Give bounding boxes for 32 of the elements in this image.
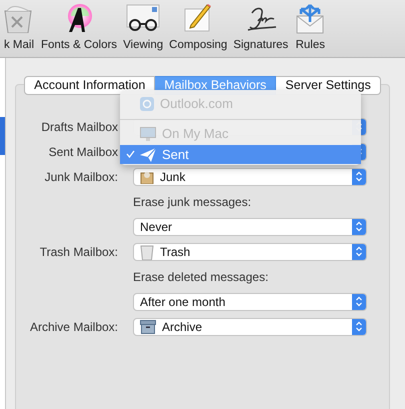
popup-button[interactable]: Archive — [133, 318, 367, 336]
toolbar-button[interactable]: Rules — [291, 0, 330, 57]
toolbar-button[interactable]: k Mail — [0, 0, 38, 57]
toolbar-button[interactable]: Viewing — [120, 0, 166, 57]
field-label: Archive Mailbox: — [28, 320, 118, 334]
stepper-icon — [356, 321, 362, 332]
stepper-icon — [356, 246, 362, 257]
pencil-paper-icon — [183, 3, 214, 33]
popup-button[interactable]: After one month — [133, 292, 367, 310]
field-caption: Erase junk messages: — [133, 194, 252, 208]
field-label: Junk Mailbox: — [44, 170, 118, 184]
glasses-envelope-icon — [126, 3, 160, 33]
toolbar-button[interactable]: Composing — [166, 0, 230, 57]
field-label: Trash Mailbox: — [38, 244, 118, 258]
tab[interactable]: Account Information — [24, 76, 156, 95]
junk-bin-icon — [140, 170, 154, 184]
popup-button[interactable]: Junk — [133, 168, 367, 186]
field-label: Sent Mailbox — [48, 144, 118, 158]
field-caption: Erase deleted messages: — [133, 270, 270, 284]
trash-icon — [140, 244, 154, 260]
sidebar-selection[interactable] — [0, 117, 5, 155]
field-label: Drafts Mailbox — [40, 120, 118, 134]
computer-icon — [140, 126, 156, 140]
archive-box-icon — [140, 320, 156, 334]
toolbar-button[interactable]: Signatures — [230, 0, 292, 57]
paper-plane-icon — [140, 148, 156, 162]
toolbar-button[interactable]: Fonts & Colors — [38, 0, 120, 57]
stepper-icon — [356, 296, 362, 307]
popup-button[interactable]: Never — [133, 218, 367, 236]
popup-button[interactable]: Trash — [133, 242, 367, 260]
stepper-icon — [356, 221, 362, 232]
stepper-icon — [356, 171, 362, 182]
